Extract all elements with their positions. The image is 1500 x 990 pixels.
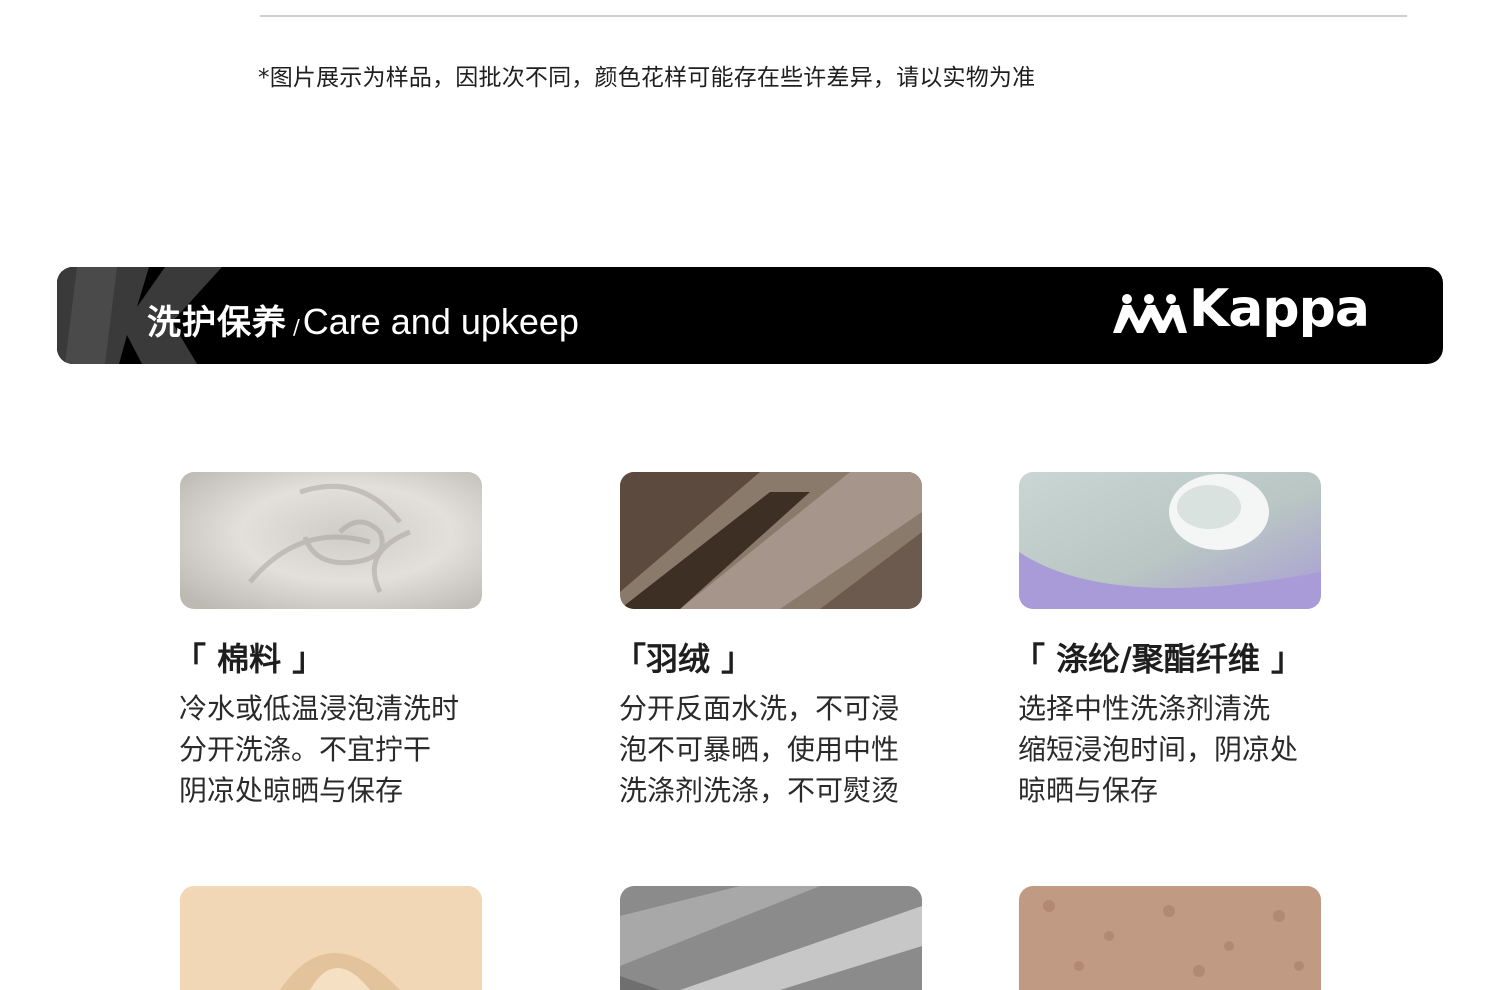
banner-separator: / (293, 315, 300, 339)
fabric-title: 「 涤纶/聚酯纤维 」 (1013, 640, 1303, 678)
description-line: 洗涤剂洗涤，不可熨烫 (619, 774, 900, 807)
banner-title-cn: 洗护保养 (147, 303, 287, 343)
mesh-swatch-image (620, 886, 922, 990)
top-divider (260, 15, 1407, 17)
fabric-card-cotton: 「 棉料 」 冷水或低温浸泡清洗时 分开洗涤。不宜拧干 阴凉处晾晒与保存 (174, 472, 510, 807)
down-swatch-image (620, 472, 922, 609)
fabric-card-terry (1019, 886, 1349, 990)
omini-logo-icon (1113, 294, 1187, 333)
description-line: 选择中性洗涤剂清洗 (1018, 692, 1271, 725)
polyester-swatch-image (1019, 472, 1321, 609)
cotton-swatch-image (180, 472, 482, 609)
fabric-card-down: 「羽绒 」 分开反面水洗，不可浸 泡不可暴晒，使用中性 洗涤剂洗涤，不可熨烫 (614, 472, 950, 807)
peach-swatch-image (180, 886, 482, 990)
description-line: 分开洗涤。不宜拧干 (179, 733, 432, 766)
description-line: 分开反面水洗，不可浸 (619, 692, 900, 725)
care-banner: 洗护保养/Care and upkeep Kappa (57, 267, 1443, 364)
terry-swatch-image (1019, 886, 1321, 990)
fabric-title: 「羽绒 」 (614, 640, 754, 678)
brand-wordmark: Kappa (1189, 279, 1370, 339)
description-line: 冷水或低温浸泡清洗时 (179, 692, 460, 725)
sample-disclaimer: *图片展示为样品，因批次不同，颜色花样可能存在些许差异，请以实物为准 (258, 65, 1036, 91)
description-line: 晾晒与保存 (1018, 774, 1159, 807)
fabric-card-peach (180, 886, 510, 990)
description-line: 阴凉处晾晒与保存 (179, 774, 404, 807)
description-line: 缩短浸泡时间，阴凉处 (1018, 733, 1299, 766)
fabric-description: 冷水或低温浸泡清洗时 分开洗涤。不宜拧干 阴凉处晾晒与保存 (179, 688, 459, 811)
fabric-description: 分开反面水洗，不可浸 泡不可暴晒，使用中性 洗涤剂洗涤，不可熨烫 (619, 688, 899, 811)
kappa-logo: Kappa (1109, 279, 1404, 345)
banner-title-en: Care and upkeep (302, 301, 579, 342)
fabric-card-polyester: 「 涤纶/聚酯纤维 」 选择中性洗涤剂清洗 缩短浸泡时间，阴凉处 晾晒与保存 (1013, 472, 1349, 807)
fabric-description: 选择中性洗涤剂清洗 缩短浸泡时间，阴凉处 晾晒与保存 (1018, 688, 1298, 811)
fabric-card-mesh (620, 886, 950, 990)
banner-title: 洗护保养/Care and upkeep (147, 295, 579, 344)
description-line: 泡不可暴晒，使用中性 (619, 733, 900, 766)
fabric-title: 「 棉料 」 (174, 640, 325, 678)
